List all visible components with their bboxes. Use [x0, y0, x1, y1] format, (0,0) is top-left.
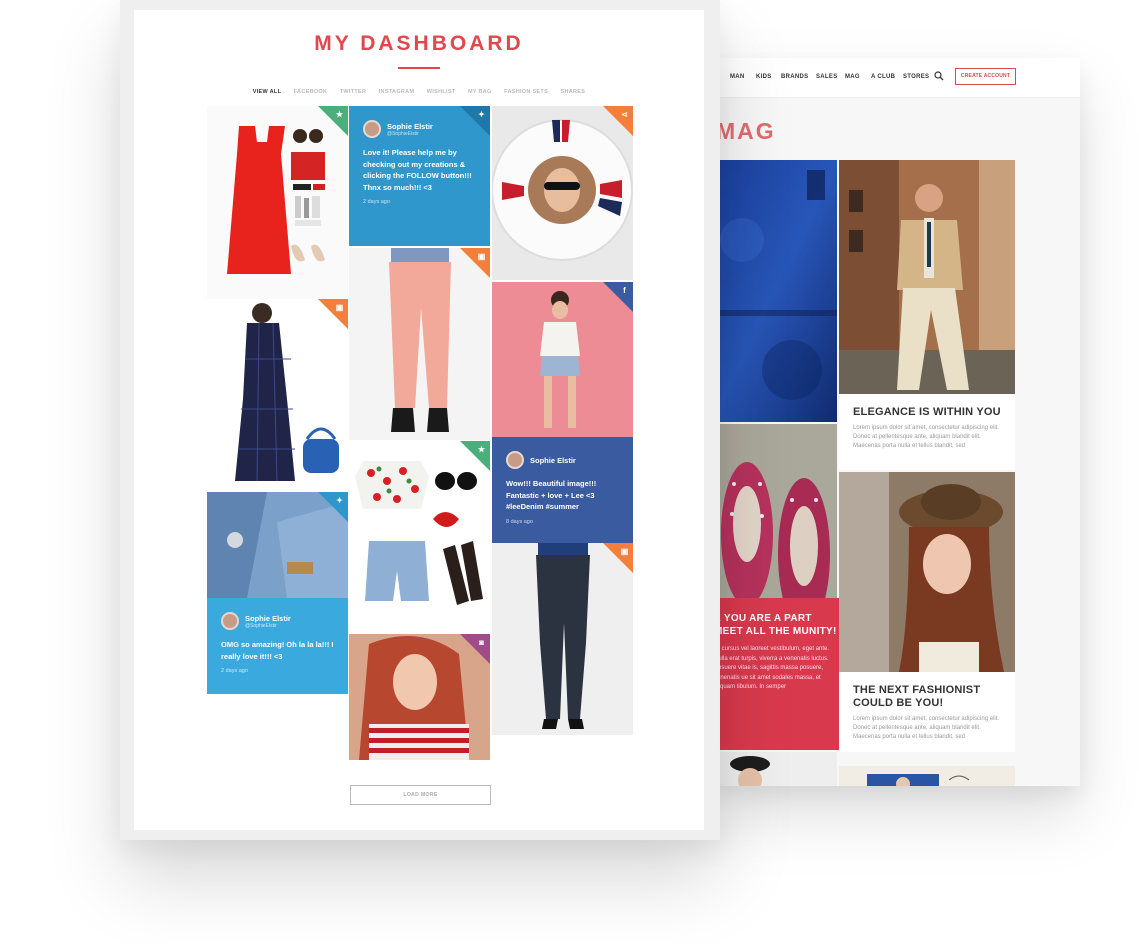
- promo-body: lit, cursus vel laoreet vestibulum, eget…: [714, 646, 830, 690]
- title-underline: [398, 67, 440, 69]
- tab-twitter[interactable]: TWITTER: [340, 89, 367, 95]
- tab-instagram[interactable]: INSTAGRAM: [379, 89, 415, 95]
- user-name[interactable]: Sophie Elstir: [245, 614, 291, 623]
- nav-kids[interactable]: KIDS: [756, 74, 772, 80]
- tweet-card[interactable]: Sophie Elstir @SophieElstir Love it! Ple…: [349, 106, 490, 246]
- girl-hat-thumb[interactable]: [712, 752, 837, 786]
- star-icon[interactable]: ★: [334, 109, 345, 120]
- man-in-suit-image[interactable]: [839, 160, 1015, 394]
- product-skinny-jeans[interactable]: ▣: [492, 543, 633, 735]
- mag-nav: MAN KIDS BRANDS SALES MAG A CLUB STORES …: [712, 58, 1080, 98]
- avatar[interactable]: [221, 612, 239, 630]
- tweet-card[interactable]: Sophie Elstir @SophieElstir OMG so amazi…: [207, 598, 348, 694]
- denim-jacket-photo[interactable]: ✦: [207, 492, 348, 598]
- user-handle: @SophieElstir: [245, 622, 277, 629]
- girl-with-hat-image[interactable]: [839, 472, 1015, 672]
- twitter-icon[interactable]: ✦: [334, 495, 345, 506]
- fashion-set-cherry-top[interactable]: ★: [349, 441, 490, 634]
- article-title: ELEGANCE IS WITHIN YOU: [853, 406, 1001, 418]
- mag-page: MAN KIDS BRANDS SALES MAG A CLUB STORES …: [712, 58, 1080, 786]
- facebook-icon[interactable]: f: [619, 285, 630, 296]
- share-icon[interactable]: ⋖: [619, 109, 630, 120]
- post-time: 2 days ago: [221, 668, 248, 674]
- star-icon[interactable]: ★: [476, 444, 487, 455]
- article-excerpt: Lorem ipsum dolor sit amet, consectetur …: [853, 425, 1000, 449]
- mag-title: MAG: [716, 118, 776, 144]
- nav-sales[interactable]: SALES: [816, 74, 838, 80]
- post-time: 8 days ago: [506, 518, 533, 525]
- post-text: OMG so amazing! Oh la la la!!! I really …: [221, 640, 334, 661]
- tab-wishlist[interactable]: WISHLIST: [427, 89, 456, 95]
- girl-pink-backdrop-photo[interactable]: f: [492, 282, 633, 437]
- community-promo[interactable]: E YOU ARE A PART MEET ALL THE MUNITY! li…: [712, 598, 839, 750]
- filter-tabs: VIEW ALL FACEBOOK TWITTER INSTAGRAM WISH…: [134, 80, 704, 98]
- avatar[interactable]: [506, 451, 524, 469]
- promo-title: E YOU ARE A PART MEET ALL THE MUNITY!: [714, 613, 837, 637]
- dashboard-page: MY DASHBOARD VIEW ALL FACEBOOK TWITTER I…: [120, 0, 720, 840]
- twitter-icon[interactable]: ✦: [476, 109, 487, 120]
- avatar[interactable]: [363, 120, 381, 138]
- tab-facebook[interactable]: FACEBOOK: [294, 89, 328, 95]
- post-text: Wow!!! Beautiful image!!! Fantastic + lo…: [506, 479, 597, 511]
- article-next-fashionist[interactable]: THE NEXT FASHIONIST COULD BE YOU! Lorem …: [839, 672, 1015, 752]
- load-more-button[interactable]: LOAD MORE: [350, 785, 491, 805]
- tab-my-bag[interactable]: MY BAG: [468, 89, 492, 95]
- hilfiger-lifebuoy-photo[interactable]: ⋖: [492, 106, 633, 280]
- facebook-post-card[interactable]: Sophie Elstir Wow!!! Beautiful image!!! …: [492, 437, 633, 543]
- nav-man[interactable]: MAN: [730, 74, 745, 80]
- shopping-bag-icon[interactable]: ▣: [334, 302, 345, 313]
- user-name[interactable]: Sophie Elstir: [387, 122, 433, 131]
- tab-shares[interactable]: SHARES: [561, 89, 586, 95]
- girl-stripes-photo[interactable]: ◙: [349, 634, 490, 760]
- user-handle: @SophieElstir: [387, 130, 419, 137]
- tab-view-all[interactable]: VIEW ALL: [253, 89, 281, 95]
- create-account-button[interactable]: CREATE ACCOUNT: [955, 68, 1016, 85]
- article-excerpt: Lorem ipsum dolor sit amet, consectetur …: [853, 716, 1000, 740]
- fashion-set-red-dress[interactable]: ★: [207, 106, 348, 299]
- search-icon[interactable]: [934, 71, 944, 81]
- tab-fashion-sets[interactable]: FASHION SETS: [504, 89, 548, 95]
- fashion-sketch-thumb[interactable]: [839, 766, 1015, 786]
- shopping-bag-icon[interactable]: ▣: [619, 546, 630, 557]
- page-title: MY DASHBOARD: [314, 32, 524, 55]
- dashboard-content: MY DASHBOARD VIEW ALL FACEBOOK TWITTER I…: [134, 10, 704, 830]
- article-elegance[interactable]: ELEGANCE IS WITHIN YOU Lorem ipsum dolor…: [839, 394, 1015, 470]
- user-name[interactable]: Sophie Elstir: [530, 456, 576, 465]
- nav-mag[interactable]: MAG: [845, 74, 860, 80]
- blue-wall-image[interactable]: [712, 160, 837, 422]
- product-pink-pants[interactable]: ▣: [349, 248, 490, 440]
- product-plaid-dress[interactable]: ▣: [207, 299, 348, 492]
- article-title: THE NEXT FASHIONIST COULD BE YOU!: [853, 684, 981, 709]
- instagram-icon[interactable]: ◙: [476, 637, 487, 648]
- post-time: 2 days ago: [363, 199, 390, 205]
- shopping-bag-icon[interactable]: ▣: [476, 251, 487, 262]
- nav-a-club[interactable]: A CLUB: [871, 74, 895, 80]
- post-text: Love it! Please help me by checking out …: [363, 148, 472, 192]
- nav-brands[interactable]: BRANDS: [781, 74, 808, 80]
- nav-stores[interactable]: STORES: [903, 74, 929, 80]
